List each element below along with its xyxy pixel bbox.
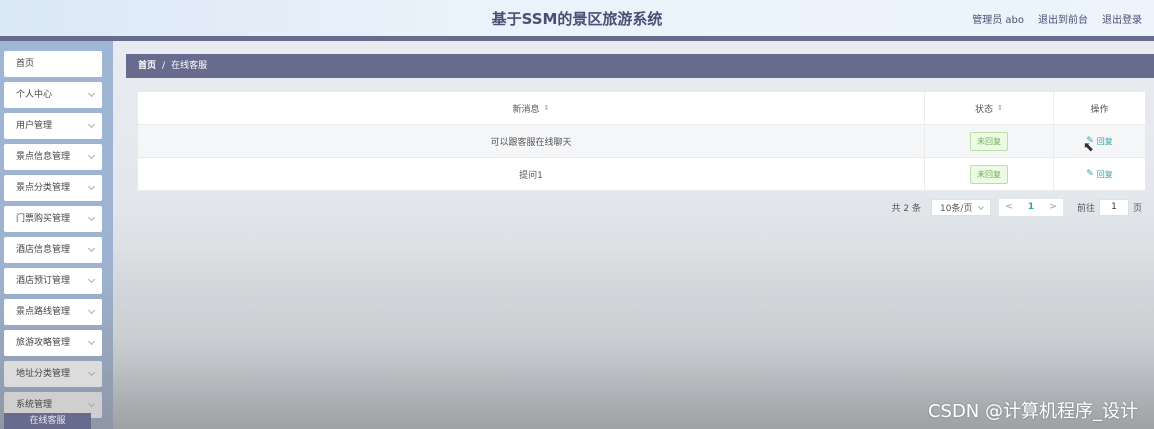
breadcrumb: 首页 / 在线客服 — [126, 54, 1154, 78]
table-header: 新消息 ⇕ 状态 ⇕ 操作 — [138, 92, 1145, 125]
admin-label: 管理员 abo — [972, 15, 1024, 26]
chevron-down-icon — [87, 337, 96, 346]
action-cell: ✎ 回复 — [1053, 125, 1145, 157]
sidebar: 首页 个人中心 用户管理 景点信息管理 景点分类管理 门票购买管理 酒店信息管理… — [0, 41, 113, 429]
logout-link[interactable]: 退出登录 — [1102, 11, 1142, 26]
sort-icon: ⇕ — [997, 104, 1003, 112]
sidebar-item-home[interactable]: 首页 — [4, 51, 102, 77]
table-row: 提问1 未回复 ✎ 回复 — [138, 158, 1145, 191]
sort-icon: ⇕ — [543, 104, 550, 112]
pagination: 共 2 条 10条/页 < 1 > 前往 页 — [892, 198, 1142, 216]
sidebar-item-label: 景点路线管理 — [16, 307, 71, 317]
action-cell: ✎ 回复 — [1053, 158, 1145, 190]
mouse-cursor-icon: ⬉ — [1083, 140, 1094, 155]
chevron-down-icon — [87, 120, 96, 129]
sidebar-item-personal-center[interactable]: 个人中心 — [4, 82, 102, 108]
sidebar-item-label: 景点分类管理 — [16, 183, 71, 193]
sidebar-item-scenic-route[interactable]: 景点路线管理 — [4, 299, 102, 325]
chevron-down-icon — [87, 89, 96, 98]
top-header: 基于SSM的景区旅游系统 管理员 abo 退出到前台 退出登录 — [0, 0, 1154, 36]
sidebar-item-label: 地址分类管理 — [16, 369, 71, 379]
sidebar-item-label: 景点信息管理 — [16, 152, 71, 162]
status-cell: 未回复 — [924, 125, 1053, 157]
chevron-down-icon — [87, 399, 96, 408]
sidebar-item-scenic-category[interactable]: 景点分类管理 — [4, 175, 102, 201]
sidebar-item-label: 首页 — [16, 59, 35, 69]
column-header-action: 操作 — [1053, 92, 1145, 124]
chevron-down-icon — [87, 368, 96, 377]
status-badge: 未回复 — [970, 164, 1008, 184]
message-cell: 可以跟客服在线聊天 — [490, 137, 572, 148]
watermark: CSDN @计算机程序_设计 — [927, 401, 1138, 422]
sidebar-subitem-online-service[interactable]: 在线客服 — [4, 413, 91, 429]
breadcrumb-home[interactable]: 首页 — [138, 61, 156, 71]
edit-icon: ✎ — [1086, 169, 1094, 179]
page-number-current[interactable]: 1 — [1018, 198, 1043, 216]
sidebar-item-travel-guide[interactable]: 旅游攻略管理 — [4, 330, 102, 356]
chevron-down-icon — [978, 203, 984, 210]
sidebar-item-label: 系统管理 — [16, 400, 53, 410]
column-header-status[interactable]: 状态 ⇕ — [924, 92, 1053, 124]
page-unit-label: 页 — [1132, 203, 1142, 214]
column-header-message[interactable]: 新消息 ⇕ — [138, 92, 924, 124]
sidebar-item-address-category[interactable]: 地址分类管理 — [4, 361, 102, 387]
header-divider — [0, 36, 1154, 41]
sidebar-item-ticket-purchase[interactable]: 门票购买管理 — [4, 206, 102, 232]
sidebar-item-user-management[interactable]: 用户管理 — [4, 113, 102, 139]
sidebar-item-hotel-info[interactable]: 酒店信息管理 — [4, 237, 102, 263]
sidebar-item-label: 酒店预订管理 — [16, 276, 71, 286]
page-size-select[interactable]: 10条/页 — [930, 198, 991, 216]
pagination-total: 共 2 条 — [891, 203, 921, 214]
sidebar-item-hotel-booking[interactable]: 酒店预订管理 — [4, 268, 102, 294]
page-jump-input[interactable] — [1098, 198, 1129, 216]
chevron-down-icon — [87, 182, 96, 191]
sidebar-item-scenic-info[interactable]: 景点信息管理 — [4, 144, 102, 170]
chevron-down-icon — [87, 213, 96, 222]
header-actions: 管理员 abo 退出到前台 退出登录 — [972, 11, 1142, 26]
status-badge: 未回复 — [970, 131, 1008, 151]
chevron-down-icon — [87, 275, 96, 284]
to-front-link[interactable]: 退出到前台 — [1038, 11, 1088, 26]
sidebar-item-label: 酒店信息管理 — [16, 245, 71, 255]
breadcrumb-current: 在线客服 — [171, 61, 208, 71]
sidebar-item-label: 用户管理 — [16, 121, 53, 131]
message-table: 新消息 ⇕ 状态 ⇕ 操作 可以跟客服在线聊天 未回复 ✎ 回复 提问1 未回复 ✎ 回… — [138, 92, 1145, 191]
status-cell: 未回复 — [924, 158, 1053, 190]
chevron-down-icon — [87, 151, 96, 160]
next-page-button[interactable]: > — [1042, 198, 1063, 216]
prev-page-button[interactable]: < — [998, 198, 1019, 216]
reply-button[interactable]: ✎ 回复 — [1086, 169, 1113, 180]
sidebar-item-label: 门票购买管理 — [16, 214, 71, 224]
chevron-down-icon — [87, 244, 96, 253]
goto-label: 前往 — [1076, 203, 1095, 214]
message-cell: 提问1 — [519, 170, 543, 181]
breadcrumb-separator: / — [162, 61, 166, 71]
sidebar-item-label: 个人中心 — [16, 90, 53, 100]
chevron-down-icon — [87, 306, 96, 315]
sidebar-item-label: 旅游攻略管理 — [16, 338, 71, 348]
table-row: 可以跟客服在线聊天 未回复 ✎ 回复 — [138, 125, 1145, 158]
